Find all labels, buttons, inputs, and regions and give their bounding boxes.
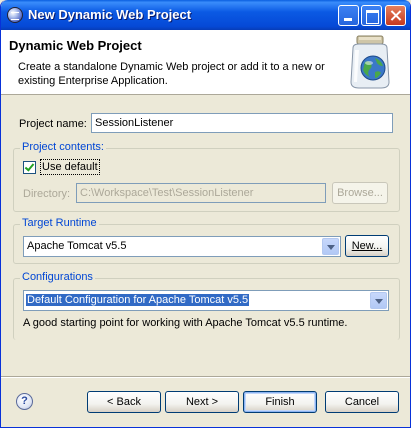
title-bar[interactable]: New Dynamic Web Project (1, 0, 410, 30)
window-title: New Dynamic Web Project (28, 7, 192, 22)
target-runtime-value: Apache Tomcat v5.5 (27, 240, 127, 252)
minimize-button[interactable] (338, 5, 359, 26)
finish-button[interactable]: Finish (243, 391, 317, 413)
close-button[interactable] (385, 5, 406, 26)
next-button[interactable]: Next > (165, 391, 239, 413)
target-runtime-title: Target Runtime (20, 217, 99, 229)
new-runtime-label: New... (351, 240, 383, 252)
finish-label: Finish (265, 396, 295, 408)
directory-label: Directory: (23, 188, 71, 200)
cancel-label: Cancel (344, 396, 380, 408)
chevron-down-icon[interactable] (370, 292, 387, 309)
chevron-down-icon[interactable] (322, 238, 339, 255)
configurations-title: Configurations (20, 271, 95, 283)
target-runtime-select[interactable]: Apache Tomcat v5.5 (23, 236, 341, 257)
project-name-label: Project name: (19, 118, 87, 130)
wizard-banner: Dynamic Web Project Create a standalone … (1, 30, 410, 95)
directory-input[interactable]: C:\Workspace\Test\SessionListener (76, 183, 326, 203)
web-project-jar-icon (350, 35, 390, 89)
dialog-window: New Dynamic Web Project Dynamic Web Proj… (0, 0, 411, 428)
configuration-description: A good starting point for working with A… (23, 317, 348, 329)
next-label: Next > (185, 396, 219, 408)
use-default-label[interactable]: Use default (40, 159, 100, 175)
project-name-input[interactable]: SessionListener (91, 113, 393, 133)
cancel-button[interactable]: Cancel (325, 391, 399, 413)
configuration-select[interactable]: Default Configuration for Apache Tomcat … (23, 290, 389, 311)
help-icon[interactable]: ? (16, 393, 33, 410)
eclipse-icon (7, 7, 23, 23)
configuration-value: Default Configuration for Apache Tomcat … (26, 294, 250, 306)
project-contents-title: Project contents: (20, 141, 106, 153)
back-button[interactable]: < Back (87, 391, 161, 413)
page-title: Dynamic Web Project (9, 38, 142, 53)
page-description: Create a standalone Dynamic Web project … (18, 61, 325, 87)
browse-button[interactable]: Browse... (332, 182, 388, 204)
maximize-button[interactable] (361, 5, 382, 26)
checkmark-icon (24, 161, 35, 172)
back-label: < Back (107, 396, 141, 408)
footer-separator (1, 376, 410, 378)
use-default-checkbox[interactable] (23, 161, 36, 174)
new-runtime-button[interactable]: New... (345, 235, 389, 257)
